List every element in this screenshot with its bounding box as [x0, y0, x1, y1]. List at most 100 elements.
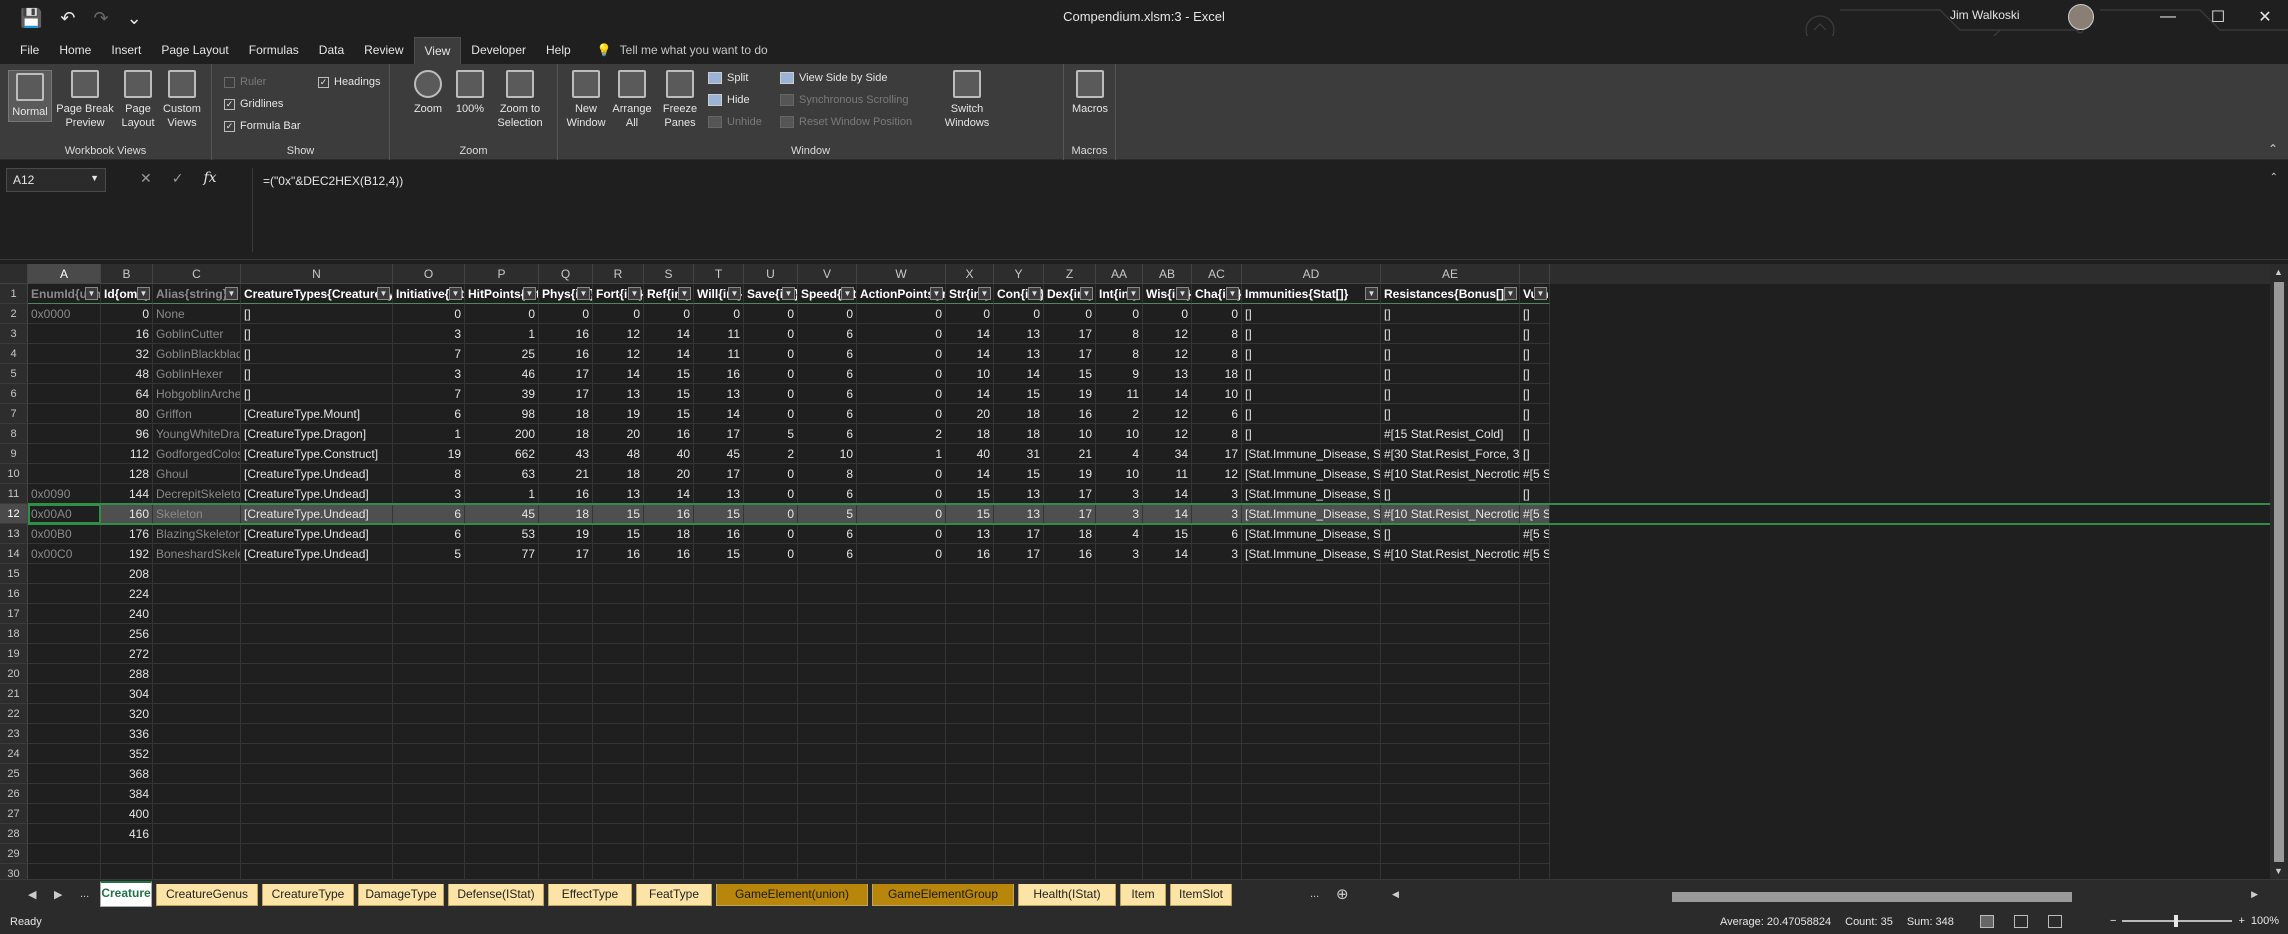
tab-developer[interactable]: Developer — [461, 37, 536, 63]
table-cell[interactable]: 0 — [994, 304, 1044, 324]
table-cell[interactable] — [153, 664, 241, 684]
table-cell[interactable] — [644, 724, 694, 744]
table-cell[interactable]: 0 — [465, 304, 539, 324]
table-cell[interactable]: 21 — [1044, 444, 1096, 464]
table-cell[interactable] — [694, 724, 744, 744]
table-cell[interactable] — [994, 564, 1044, 584]
table-cell[interactable]: GoblinCutter — [153, 324, 241, 344]
table-cell[interactable] — [465, 644, 539, 664]
table-cell[interactable] — [1381, 864, 1520, 879]
table-cell[interactable]: 10 — [1192, 384, 1242, 404]
table-cell[interactable] — [465, 704, 539, 724]
table-cell[interactable] — [1044, 824, 1096, 844]
table-cell[interactable]: 8 — [1192, 324, 1242, 344]
row-header[interactable]: 22 — [0, 704, 28, 724]
table-cell[interactable] — [1242, 724, 1381, 744]
table-cell[interactable] — [694, 564, 744, 584]
sheet-tab-effecttype[interactable]: EffectType — [548, 884, 632, 906]
table-cell[interactable] — [1096, 744, 1143, 764]
table-cell[interactable]: 11 — [694, 344, 744, 364]
table-cell[interactable]: 19 — [1044, 384, 1096, 404]
table-cell[interactable]: 14 — [644, 344, 694, 364]
row-header[interactable]: 30 — [0, 864, 28, 879]
table-cell[interactable] — [465, 844, 539, 864]
table-cell[interactable] — [1096, 864, 1143, 879]
table-cell[interactable] — [946, 844, 994, 864]
user-name[interactable]: Jim Walkoski — [1950, 8, 2020, 22]
table-cell[interactable]: 0 — [1143, 304, 1192, 324]
table-cell[interactable]: [] — [1520, 364, 1550, 384]
table-cell[interactable] — [1044, 624, 1096, 644]
table-cell[interactable] — [1044, 724, 1096, 744]
table-cell[interactable]: 1 — [393, 424, 465, 444]
table-cell[interactable]: 5 — [744, 424, 798, 444]
table-cell[interactable]: 0 — [744, 304, 798, 324]
table-cell[interactable]: 0 — [857, 544, 946, 564]
table-cell[interactable]: 39 — [465, 384, 539, 404]
table-cell[interactable]: 12 — [1143, 424, 1192, 444]
table-cell[interactable]: 13 — [994, 504, 1044, 524]
table-cell[interactable] — [1143, 824, 1192, 844]
table-cell[interactable] — [241, 644, 393, 664]
table-cell[interactable]: 40 — [644, 444, 694, 464]
table-cell[interactable] — [1096, 704, 1143, 724]
table-cell[interactable] — [1520, 604, 1550, 624]
table-cell[interactable]: 16 — [593, 544, 644, 564]
table-cell[interactable]: 304 — [101, 684, 153, 704]
table-cell[interactable] — [946, 624, 994, 644]
table-cell[interactable]: 1 — [465, 324, 539, 344]
table-cell[interactable]: 5 — [393, 544, 465, 564]
table-cell[interactable] — [946, 644, 994, 664]
table-cell[interactable]: 0 — [857, 464, 946, 484]
column-header-ad[interactable]: AD — [1242, 264, 1381, 284]
table-cell[interactable]: [] — [1381, 344, 1520, 364]
table-cell[interactable] — [1381, 624, 1520, 644]
table-cell[interactable]: 416 — [101, 824, 153, 844]
row-header[interactable]: 27 — [0, 804, 28, 824]
table-cell[interactable] — [994, 584, 1044, 604]
gridlines-checkbox[interactable]: ✓ Gridlines — [224, 98, 283, 110]
table-cell[interactable]: [] — [241, 324, 393, 344]
table-cell[interactable]: 45 — [694, 444, 744, 464]
table-cell[interactable]: 3 — [1096, 504, 1143, 524]
table-cell[interactable] — [593, 724, 644, 744]
table-cell[interactable] — [1192, 584, 1242, 604]
table-cell[interactable]: 14 — [1143, 484, 1192, 504]
column-header-cell[interactable]: CreatureTypes{CreatureType[]}▼ — [241, 284, 393, 304]
table-cell[interactable] — [1381, 564, 1520, 584]
table-cell[interactable]: 3 — [1192, 504, 1242, 524]
table-cell[interactable] — [593, 744, 644, 764]
table-cell[interactable] — [539, 804, 593, 824]
table-cell[interactable]: 3 — [393, 324, 465, 344]
table-cell[interactable] — [1192, 744, 1242, 764]
table-cell[interactable] — [593, 684, 644, 704]
table-cell[interactable]: 3 — [1096, 484, 1143, 504]
table-cell[interactable] — [1242, 844, 1381, 864]
table-cell[interactable]: #[5 Stat — [1520, 504, 1550, 524]
table-cell[interactable] — [744, 804, 798, 824]
table-cell[interactable]: [] — [1242, 384, 1381, 404]
table-cell[interactable] — [393, 824, 465, 844]
table-cell[interactable] — [694, 604, 744, 624]
table-cell[interactable]: 0 — [744, 524, 798, 544]
column-header-cell[interactable]: Cha{int} ▼ — [1192, 284, 1242, 304]
table-cell[interactable] — [241, 564, 393, 584]
table-cell[interactable] — [393, 704, 465, 724]
table-cell[interactable]: 45 — [465, 504, 539, 524]
table-cell[interactable]: 25 — [465, 344, 539, 364]
table-cell[interactable] — [744, 684, 798, 704]
table-cell[interactable] — [946, 764, 994, 784]
table-cell[interactable] — [28, 644, 101, 664]
table-cell[interactable] — [28, 444, 101, 464]
table-cell[interactable] — [798, 824, 857, 844]
row-header[interactable]: 23 — [0, 724, 28, 744]
add-sheet-icon[interactable]: ⊕ — [1336, 885, 1349, 903]
table-cell[interactable] — [798, 664, 857, 684]
table-cell[interactable]: 8 — [1096, 344, 1143, 364]
table-cell[interactable] — [393, 564, 465, 584]
filter-dropdown-icon[interactable]: ▼ — [577, 287, 590, 300]
table-cell[interactable] — [393, 864, 465, 879]
row-header[interactable]: 25 — [0, 764, 28, 784]
table-cell[interactable] — [1242, 564, 1381, 584]
table-cell[interactable]: 0 — [857, 484, 946, 504]
